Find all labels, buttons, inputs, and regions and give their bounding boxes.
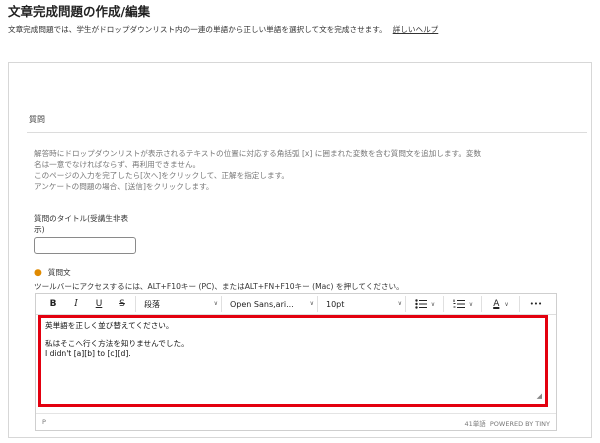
instruction-line: 解答時にドロップダウンリストが表示されるテキストの位置に対応する角括弧 [x] …: [34, 149, 482, 158]
chevron-down-icon: ∨: [504, 300, 509, 308]
toolbar-separator: [519, 296, 520, 312]
italic-button[interactable]: I: [69, 297, 83, 311]
page-header: 文章完成問題の作成/編集 文章完成問題では、学生がドロップダウンリスト内の一連の…: [8, 4, 592, 35]
instruction-line: このページの入力を完了したら[次へ]をクリックして、正解を指定します。: [34, 171, 289, 180]
question-text-area[interactable]: 英単語を正しく並び替えてください。 私はそこへ行く方法を知りませんでした。 I …: [38, 315, 548, 407]
chevron-down-icon: ∨: [468, 300, 474, 308]
font-family-dropdown[interactable]: Open Sans,ari... ∨: [226, 297, 316, 311]
toolbar-hint: ツールバーにアクセスするには、ALT+F10キー (PC)、またはALT+FN+…: [34, 282, 404, 291]
toolbar-separator: [317, 296, 318, 312]
question-title-label: 質問のタイトル(受講生非表 示): [34, 214, 129, 234]
numbered-list-button[interactable]: ∨: [448, 297, 478, 311]
section-label: 質問: [29, 115, 45, 124]
paragraph-format-dropdown[interactable]: 段落 ∨: [140, 297, 220, 311]
toolbar-separator: [221, 296, 222, 312]
chevron-down-icon: ∨: [430, 300, 436, 308]
question-text-label: ● 質問文: [34, 268, 71, 278]
page-title: 文章完成問題の作成/編集: [8, 4, 151, 19]
more-options-button[interactable]: •••: [524, 297, 548, 311]
text-color-button[interactable]: A ∨: [486, 297, 516, 311]
status-right: 41単語 POWERED BY TINY: [464, 418, 550, 428]
bold-button[interactable]: B: [46, 297, 60, 311]
resize-handle-icon[interactable]: ◢: [537, 391, 542, 401]
description-text: 文章完成問題では、学生がドロップダウンリスト内の一連の単語から正しい単語を選択し…: [8, 25, 387, 34]
numbered-list-icon: [453, 299, 465, 308]
word-count: 41単語: [464, 420, 486, 428]
toolbar-separator: [443, 296, 444, 312]
toolbar-separator: [405, 296, 406, 312]
chevron-down-icon: ∨: [397, 300, 402, 307]
required-indicator-icon: ●: [34, 268, 42, 278]
question-title-input[interactable]: [34, 237, 136, 254]
instruction-line: 名は一意でなければならず、再利用できません。: [34, 160, 201, 169]
powered-by-link[interactable]: POWERED BY TINY: [490, 420, 550, 428]
help-link[interactable]: 詳しいヘルプ: [393, 25, 439, 34]
instructions: 解答時にドロップダウンリストが表示されるテキストの位置に対応する角括弧 [x] …: [34, 148, 481, 192]
instruction-line: アンケートの問題の場合、[送信]をクリックします。: [34, 182, 214, 191]
rich-text-editor: B I U S 段落 ∨ Open Sans,ari... ∨ 10pt ∨ ∨…: [35, 293, 557, 431]
page-description: 文章完成問題では、学生がドロップダウンリスト内の一連の単語から正しい単語を選択し…: [8, 24, 592, 35]
bullet-list-icon: [415, 299, 427, 309]
element-path: P: [42, 418, 46, 426]
text-color-icon: A: [493, 299, 500, 309]
toolbar-separator: [135, 296, 136, 312]
bullet-list-button[interactable]: ∨: [410, 297, 440, 311]
editor-toolbar: B I U S 段落 ∨ Open Sans,ari... ∨ 10pt ∨ ∨…: [36, 294, 556, 315]
font-size-dropdown[interactable]: 10pt ∨: [322, 297, 404, 311]
content-line: 私はそこへ行く方法を知りませんでした。: [45, 339, 189, 348]
question-panel: 質問 解答時にドロップダウンリストが表示されるテキストの位置に対応する角括弧 […: [8, 62, 592, 438]
content-line: I didn't [a][b] to [c][d].: [45, 349, 131, 358]
strikethrough-button[interactable]: S: [115, 297, 129, 311]
underline-button[interactable]: U: [92, 297, 106, 311]
content-line: 英単語を正しく並び替えてください。: [45, 321, 174, 330]
editor-statusbar: P 41単語 POWERED BY TINY: [36, 413, 556, 430]
chevron-down-icon: ∨: [213, 300, 218, 307]
chevron-down-icon: ∨: [309, 300, 314, 307]
toolbar-separator: [481, 296, 482, 312]
section-divider: [27, 132, 587, 133]
